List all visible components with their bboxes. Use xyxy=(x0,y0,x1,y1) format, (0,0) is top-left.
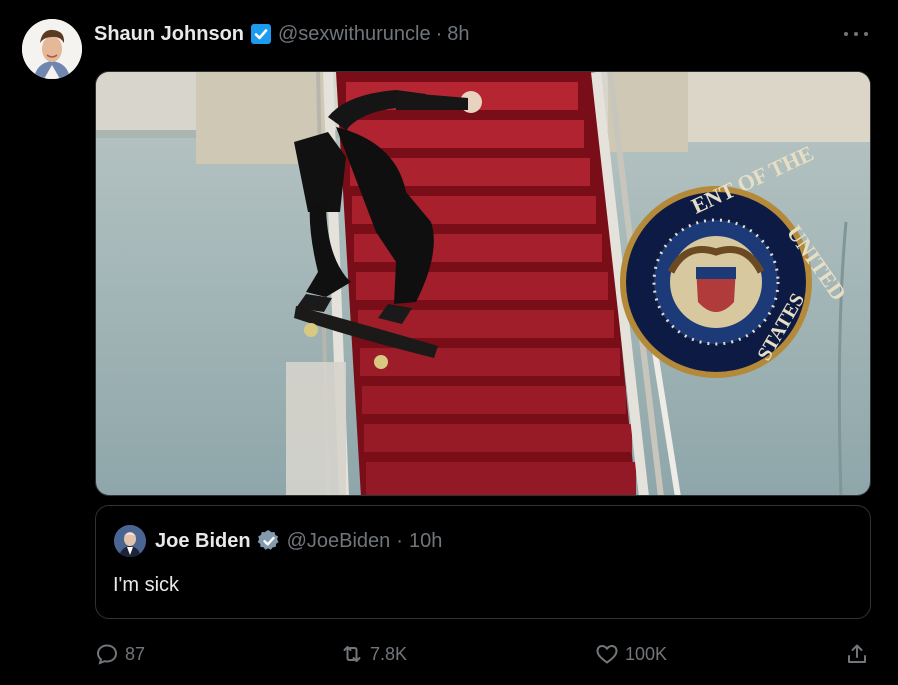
repost-icon xyxy=(343,646,361,662)
like-count: 100K xyxy=(625,643,668,664)
verified-badge-icon xyxy=(257,529,281,553)
quoted-author-handle[interactable]: @JoeBiden xyxy=(287,530,391,553)
tweet-media-image[interactable]: ENT OF THE UNITED STATES xyxy=(95,71,871,496)
author-handle[interactable]: @sexwithuruncle xyxy=(278,23,431,46)
heart-icon xyxy=(596,645,618,664)
quoted-tweet-text: I'm sick xyxy=(113,574,180,596)
more-options-icon[interactable] xyxy=(844,24,868,44)
quoted-tweet-header: Joe Biden @JoeBiden · 10h xyxy=(114,524,442,558)
author-name[interactable]: Shaun Johnson xyxy=(94,23,244,46)
header-separator: · xyxy=(435,22,443,45)
quoted-header-separator: · xyxy=(396,529,403,552)
reply-icon xyxy=(96,644,118,665)
like-button[interactable]: 100K xyxy=(595,640,667,668)
tweet-actions: 87 7.8K 100K xyxy=(95,640,875,668)
reply-count: 87 xyxy=(125,643,146,664)
verified-badge-icon xyxy=(249,22,273,46)
quoted-tweet[interactable]: Joe Biden @JoeBiden · 10h I'm sick xyxy=(95,505,871,619)
repost-button[interactable]: 7.8K xyxy=(340,640,407,668)
tweet[interactable]: Shaun Johnson @sexwithuruncle · 8h ENT O… xyxy=(0,0,898,685)
quoted-author-name[interactable]: Joe Biden xyxy=(155,530,251,553)
reply-button[interactable]: 87 xyxy=(95,640,145,668)
author-avatar[interactable] xyxy=(22,19,82,79)
tweet-header: Shaun Johnson @sexwithuruncle · 8h xyxy=(94,20,470,48)
tweet-timestamp[interactable]: 8h xyxy=(447,23,469,46)
quoted-author-avatar[interactable] xyxy=(114,525,146,557)
quoted-tweet-timestamp[interactable]: 10h xyxy=(409,530,442,553)
repost-count: 7.8K xyxy=(370,643,408,664)
share-button[interactable] xyxy=(845,640,869,668)
share-icon xyxy=(848,644,866,663)
